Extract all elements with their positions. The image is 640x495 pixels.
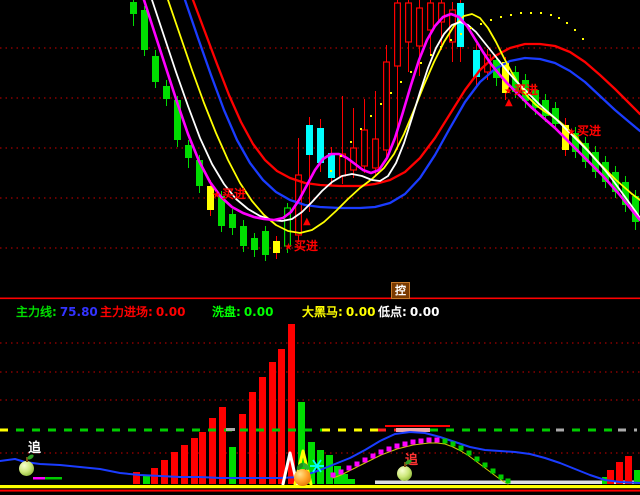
- indicator-main-entry: 主力进场:0.00: [100, 303, 188, 320]
- indicator-label: 主力进场:: [100, 305, 153, 319]
- indicator-value: 0.00: [346, 305, 376, 319]
- buy-star-marker: ★: [504, 87, 513, 97]
- panel-control-tab[interactable]: 控: [391, 282, 410, 299]
- buy-star-marker: ★: [212, 191, 221, 201]
- sub-indicator-chart[interactable]: [0, 320, 640, 490]
- indicator-label: 大黑马:: [302, 305, 343, 319]
- orange-icon: [294, 469, 311, 486]
- indicator-label: 低点:: [378, 305, 407, 319]
- indicator-main-line: 主力线:75.80: [16, 303, 101, 320]
- indicator-label: 洗盘:: [212, 305, 241, 319]
- buy-star-marker: ★: [567, 128, 576, 138]
- buy-signal-label: 买进: [577, 125, 601, 137]
- chase-label: 追: [28, 442, 41, 455]
- indicator-value: 0.00: [156, 305, 186, 319]
- indicator-washout: 洗盘:0.00: [212, 303, 276, 320]
- triangle-marker: ▲: [303, 217, 311, 227]
- panel-divider-line: [0, 298, 640, 300]
- buy-signal-label: 买进: [514, 84, 538, 96]
- apple-icon: [19, 461, 34, 476]
- indicator-low-point: 低点:0.00: [378, 303, 442, 320]
- indicator-value: 75.80: [60, 305, 98, 319]
- indicator-label: 主力线:: [16, 305, 57, 319]
- indicator-dark-horse: 大黑马:0.00: [302, 303, 378, 320]
- main-chart[interactable]: [0, 0, 640, 296]
- indicator-value: 0.00: [244, 305, 274, 319]
- indicator-value: 0.00: [410, 305, 440, 319]
- buy-signal-label: 买进: [222, 188, 246, 200]
- buy-star-marker: ★: [284, 243, 293, 253]
- trading-app-window: 控 主力线:75.80 主力进场:0.00 洗盘:0.00 大黑马:0.00 低…: [0, 0, 640, 495]
- buy-signal-label: 买进: [294, 240, 318, 252]
- apple-icon: [397, 466, 412, 481]
- triangle-marker: ▲: [505, 98, 513, 108]
